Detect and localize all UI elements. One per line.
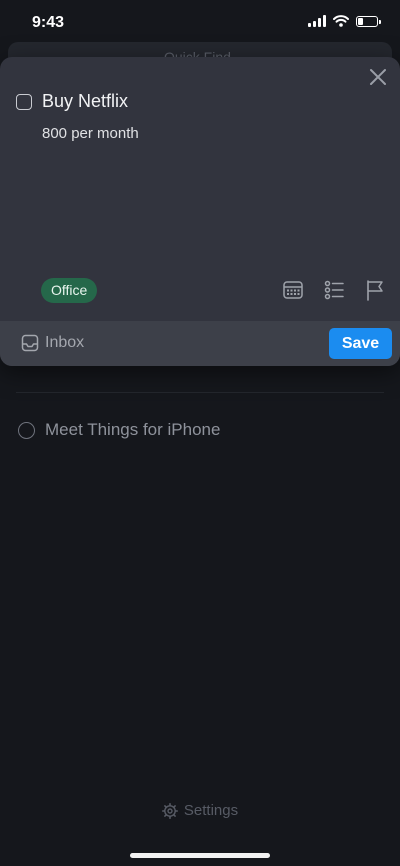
task-notes-input[interactable]: 800 per month xyxy=(42,125,139,142)
task-label: Meet Things for iPhone xyxy=(45,420,221,439)
task-checkbox[interactable] xyxy=(16,94,32,110)
status-icons xyxy=(308,15,381,27)
list-item[interactable]: Meet Things for iPhone xyxy=(18,420,220,440)
inbox-icon xyxy=(21,334,39,352)
settings-button[interactable]: Settings xyxy=(0,802,400,819)
close-icon[interactable] xyxy=(366,65,390,89)
cellular-signal-icon xyxy=(308,15,326,27)
list-divider xyxy=(16,392,384,393)
wifi-icon xyxy=(333,15,349,27)
calendar-icon[interactable] xyxy=(282,279,304,301)
gear-icon xyxy=(161,802,178,819)
editor-footer: Inbox Save xyxy=(0,321,400,366)
task-checkbox[interactable] xyxy=(18,421,35,439)
task-title-input[interactable]: Buy Netflix xyxy=(42,91,128,112)
settings-label: Settings xyxy=(183,802,239,819)
list-picker[interactable]: Inbox xyxy=(21,334,84,352)
status-time: 9:43 xyxy=(32,14,65,31)
home-indicator[interactable] xyxy=(130,853,270,858)
battery-icon xyxy=(356,15,381,27)
checklist-icon[interactable] xyxy=(323,279,345,301)
flag-icon[interactable] xyxy=(364,279,386,301)
list-picker-label: Inbox xyxy=(45,334,85,351)
task-editor-card: Buy Netflix 800 per month Office Inbox S… xyxy=(0,57,400,366)
save-button[interactable]: Save xyxy=(329,328,392,359)
tag-chip[interactable]: Office xyxy=(41,278,98,303)
status-bar: 9:43 xyxy=(0,0,400,46)
